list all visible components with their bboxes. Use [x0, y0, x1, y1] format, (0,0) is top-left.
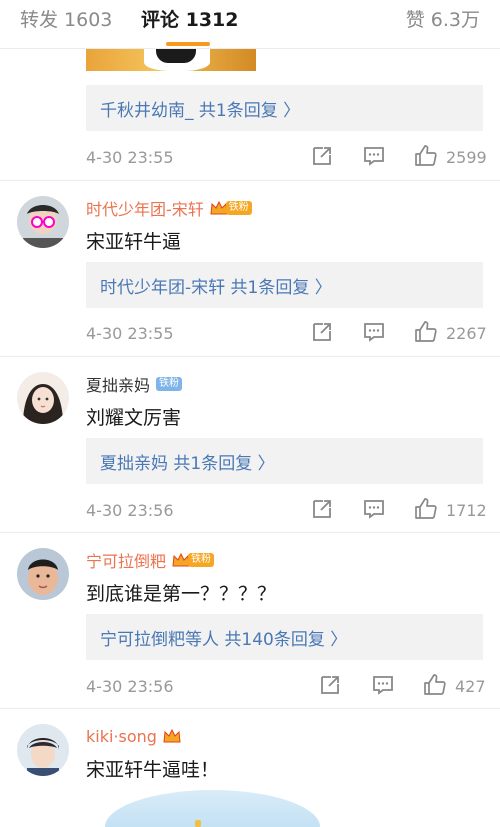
share-icon[interactable]	[310, 497, 334, 521]
reply-summary[interactable]: 夏拙亲妈 共1条回复 〉	[86, 438, 483, 484]
comment-image[interactable]	[105, 790, 320, 827]
comment-user-row: 宁可拉倒粑 铁粉	[86, 548, 215, 572]
crown-icon	[163, 728, 181, 743]
comment-tabs: 转发 1603 评论 1312 赞 6.3万	[0, 0, 500, 49]
comment-meta: 4-30 23:56 1712	[86, 497, 487, 523]
reply-summary-text: 千秋井幼南_ 共1条回复 〉	[100, 100, 301, 121]
avatar[interactable]	[17, 196, 69, 248]
reply-summary[interactable]: 千秋井幼南_ 共1条回复 〉	[86, 85, 483, 131]
username[interactable]: 时代少年团-宋轩	[86, 196, 204, 220]
share-icon[interactable]	[310, 144, 334, 168]
comment-text: 宋亚轩牛逼哇！	[86, 759, 220, 781]
divider	[0, 708, 500, 709]
fan-tag: 铁粉	[156, 377, 183, 391]
divider	[0, 356, 500, 357]
fan-tag: 铁粉	[188, 553, 215, 567]
avatar[interactable]	[17, 372, 69, 424]
username[interactable]: kiki·song	[86, 727, 157, 746]
comment-time: 4-30 23:56	[86, 501, 174, 520]
tab-repost[interactable]: 转发 1603	[20, 8, 112, 32]
share-icon[interactable]	[318, 673, 342, 697]
comment-user-row: 时代少年团-宋轩 铁粉	[86, 196, 252, 220]
comment-user-row: 夏拙亲妈 铁粉	[86, 372, 183, 396]
active-tab-indicator	[166, 42, 210, 46]
username[interactable]: 夏拙亲妈	[86, 372, 150, 396]
like-icon[interactable]	[414, 497, 438, 521]
like-count: 427	[455, 677, 486, 696]
comment-image[interactable]	[86, 49, 256, 71]
comment-meta: 4-30 23:56 427	[86, 673, 486, 699]
comment-time: 4-30 23:55	[86, 324, 174, 343]
like-icon[interactable]	[414, 144, 438, 168]
like-count: 2599	[446, 148, 487, 167]
comment-icon[interactable]	[362, 144, 386, 168]
comment-meta: 4-30 23:55 2267	[86, 320, 487, 346]
comment-time: 4-30 23:56	[86, 677, 174, 696]
reply-summary-text: 宁可拉倒粑等人 共140条回复 〉	[100, 629, 348, 650]
fan-badge: 铁粉	[172, 552, 215, 568]
comment-icon[interactable]	[362, 497, 386, 521]
avatar[interactable]	[17, 548, 69, 600]
reply-summary-text: 时代少年团-宋轩 共1条回复 〉	[100, 277, 332, 298]
comment-time: 4-30 23:55	[86, 148, 174, 167]
username[interactable]: 宁可拉倒粑	[86, 548, 166, 572]
comment-icon[interactable]	[371, 673, 395, 697]
divider	[0, 532, 500, 533]
like-count: 1712	[446, 501, 487, 520]
comment-icon[interactable]	[362, 320, 386, 344]
tab-likes[interactable]: 赞 6.3万	[406, 8, 480, 32]
comment-text: 刘耀文厉害	[86, 407, 182, 429]
like-count: 2267	[446, 324, 487, 343]
reply-summary[interactable]: 宁可拉倒粑等人 共140条回复 〉	[86, 614, 483, 660]
reply-summary[interactable]: 时代少年团-宋轩 共1条回复 〉	[86, 262, 483, 308]
divider	[0, 180, 500, 181]
fan-badge: 铁粉	[210, 200, 252, 216]
share-icon[interactable]	[310, 320, 334, 344]
fan-tag: 铁粉	[225, 201, 252, 215]
fan-badge	[163, 728, 181, 744]
comment-user-row: kiki·song	[86, 724, 181, 748]
like-icon[interactable]	[414, 320, 438, 344]
comment-meta: 4-30 23:55 2599	[86, 144, 487, 170]
like-icon[interactable]	[423, 673, 447, 697]
fan-badge: 铁粉	[156, 376, 183, 392]
comment-text: 到底谁是第一？？？？	[86, 583, 277, 605]
tab-comments[interactable]: 评论 1312	[141, 8, 239, 32]
reply-summary-text: 夏拙亲妈 共1条回复 〉	[100, 453, 275, 474]
comment-text: 宋亚轩牛逼	[86, 231, 182, 253]
avatar[interactable]	[17, 724, 69, 776]
